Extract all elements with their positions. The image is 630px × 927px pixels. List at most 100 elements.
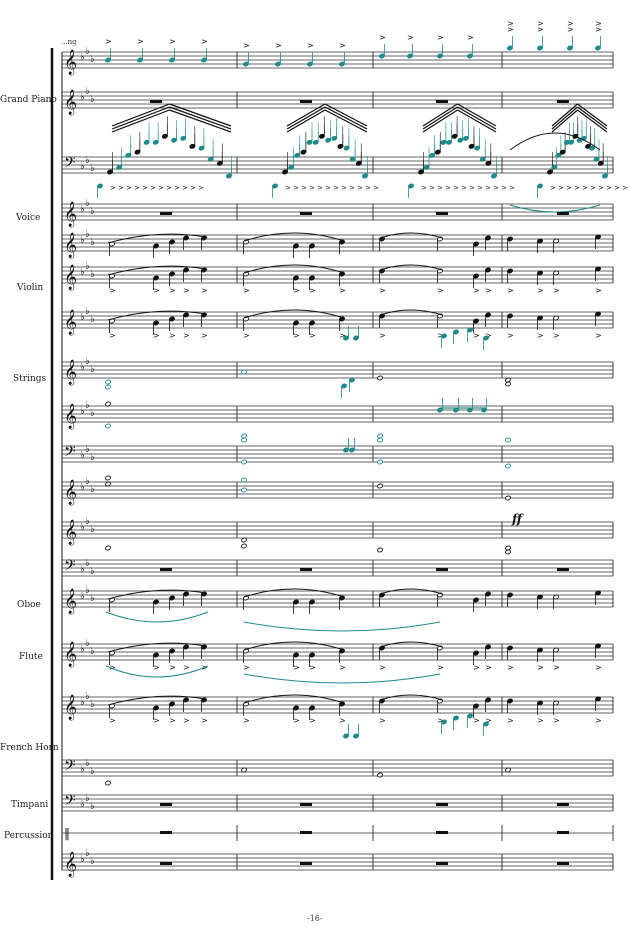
flat-sign-icon: ♭ bbox=[90, 314, 95, 325]
phrase-slur bbox=[509, 204, 601, 213]
accent-mark: > bbox=[473, 663, 480, 672]
voice-note bbox=[437, 236, 443, 251]
arpeggio-note bbox=[468, 134, 475, 149]
arpeggio-note bbox=[288, 155, 295, 170]
arpeggio-note bbox=[343, 136, 350, 151]
arpeggio-note bbox=[282, 160, 288, 175]
label-french-horn: French Horn bbox=[0, 743, 59, 753]
beam bbox=[111, 103, 170, 127]
teal-note bbox=[441, 333, 447, 348]
accent-mark: > bbox=[379, 33, 386, 42]
chord-note bbox=[241, 437, 247, 443]
whole-rest bbox=[300, 831, 312, 834]
flat-sign-icon: ♭ bbox=[90, 237, 95, 248]
staff-horn-1: 𝄞 ♭♭♭ bbox=[62, 691, 614, 720]
flat-sign-icon: ♭ bbox=[90, 856, 95, 867]
teal-note bbox=[441, 719, 447, 734]
chord-note bbox=[505, 495, 511, 501]
chord-note bbox=[505, 437, 511, 443]
accent-mark: > bbox=[183, 716, 190, 725]
accent-mark: > bbox=[153, 663, 160, 672]
accent-mark: > bbox=[169, 716, 176, 725]
flute-note bbox=[379, 645, 385, 660]
chord-note bbox=[377, 772, 383, 778]
chord-note bbox=[505, 381, 511, 387]
accent-mark: > bbox=[590, 184, 596, 192]
strings-note bbox=[343, 438, 349, 453]
arpeggio-note bbox=[457, 128, 464, 143]
chord-note bbox=[105, 384, 111, 390]
accent-mark: > bbox=[109, 286, 116, 295]
accent-mark: > bbox=[509, 184, 515, 192]
violin2-note bbox=[507, 313, 513, 328]
percussion-clef-icon: ‖ bbox=[64, 826, 70, 840]
accent-mark: > bbox=[537, 286, 544, 295]
arpeggio-note bbox=[226, 164, 232, 179]
accent-mark: > bbox=[357, 184, 363, 192]
strings-note bbox=[437, 398, 443, 413]
arpeggio-note bbox=[446, 130, 453, 145]
horn-slur bbox=[243, 694, 345, 704]
flat-sign-icon: ♭ bbox=[90, 54, 95, 65]
strings-note bbox=[481, 398, 487, 413]
accent-mark: > bbox=[183, 331, 190, 340]
bass-clef-icon: 𝄢 bbox=[64, 792, 76, 813]
teal-note bbox=[353, 724, 359, 739]
arpeggio-note bbox=[318, 124, 325, 139]
treble-clef-icon: 𝄞 bbox=[64, 49, 77, 75]
note-head bbox=[241, 487, 247, 493]
flat-sign-icon: ♭ bbox=[90, 699, 95, 710]
accent-mark: > bbox=[469, 184, 475, 192]
voice-slur bbox=[379, 232, 443, 239]
violin1-slur bbox=[379, 264, 443, 271]
staff-strings-2: 𝄞 ♭♭♭ bbox=[62, 400, 614, 429]
chord-note bbox=[105, 379, 111, 385]
staff-horn-2: 𝄢 ♭♭♭ bbox=[62, 757, 614, 778]
accent-mark: > bbox=[467, 33, 474, 42]
whole-rest bbox=[436, 100, 448, 103]
arpeggio-note bbox=[418, 160, 424, 175]
accent-mark: > bbox=[137, 37, 144, 46]
arpeggio-note bbox=[423, 155, 430, 170]
arpeggio-note bbox=[491, 164, 497, 179]
treble-clef-icon: 𝄞 bbox=[64, 264, 77, 290]
violin2-slur bbox=[379, 309, 443, 316]
arpeggio-note bbox=[325, 128, 332, 143]
accent-mark: > bbox=[421, 184, 427, 192]
arpeggio-note bbox=[337, 134, 344, 149]
accent-mark: > bbox=[507, 19, 514, 28]
arpeggio-note bbox=[440, 130, 447, 145]
accent-mark: > bbox=[477, 184, 483, 192]
piano-rh-note bbox=[307, 52, 313, 67]
accent-mark: > bbox=[550, 184, 556, 192]
treble-clef-icon: 𝄞 bbox=[64, 89, 77, 115]
arpeggio-note bbox=[216, 151, 223, 166]
strings-note bbox=[467, 398, 473, 413]
chord-note bbox=[505, 549, 511, 555]
accent-mark: > bbox=[473, 716, 480, 725]
note-head bbox=[377, 375, 383, 381]
arpeggio-note bbox=[355, 151, 362, 166]
accent-mark: > bbox=[166, 184, 172, 192]
accent-mark: > bbox=[309, 663, 316, 672]
arpeggio-note bbox=[434, 140, 441, 155]
note-head bbox=[241, 459, 247, 465]
accent-mark: > bbox=[293, 716, 300, 725]
accent-mark: > bbox=[461, 184, 467, 192]
note-head bbox=[105, 423, 111, 429]
accent-mark: > bbox=[201, 716, 208, 725]
flat-sign-icon: ♭ bbox=[90, 646, 95, 657]
flat-sign-icon: ♭ bbox=[90, 163, 95, 174]
whole-rest bbox=[160, 212, 172, 215]
whole-rest bbox=[436, 212, 448, 215]
staff-extra-staff: 𝄞 ♭♭♭ bbox=[62, 848, 614, 877]
flat-sign-icon: ♭ bbox=[90, 766, 95, 777]
accent-mark: > bbox=[183, 663, 190, 672]
accent-mark: > bbox=[445, 184, 451, 192]
note-head bbox=[505, 549, 511, 555]
accent-mark: > bbox=[379, 716, 386, 725]
whole-rest bbox=[150, 100, 162, 103]
whole-rest bbox=[436, 803, 448, 806]
accent-mark: > bbox=[317, 184, 323, 192]
violin2-slur bbox=[107, 310, 207, 321]
